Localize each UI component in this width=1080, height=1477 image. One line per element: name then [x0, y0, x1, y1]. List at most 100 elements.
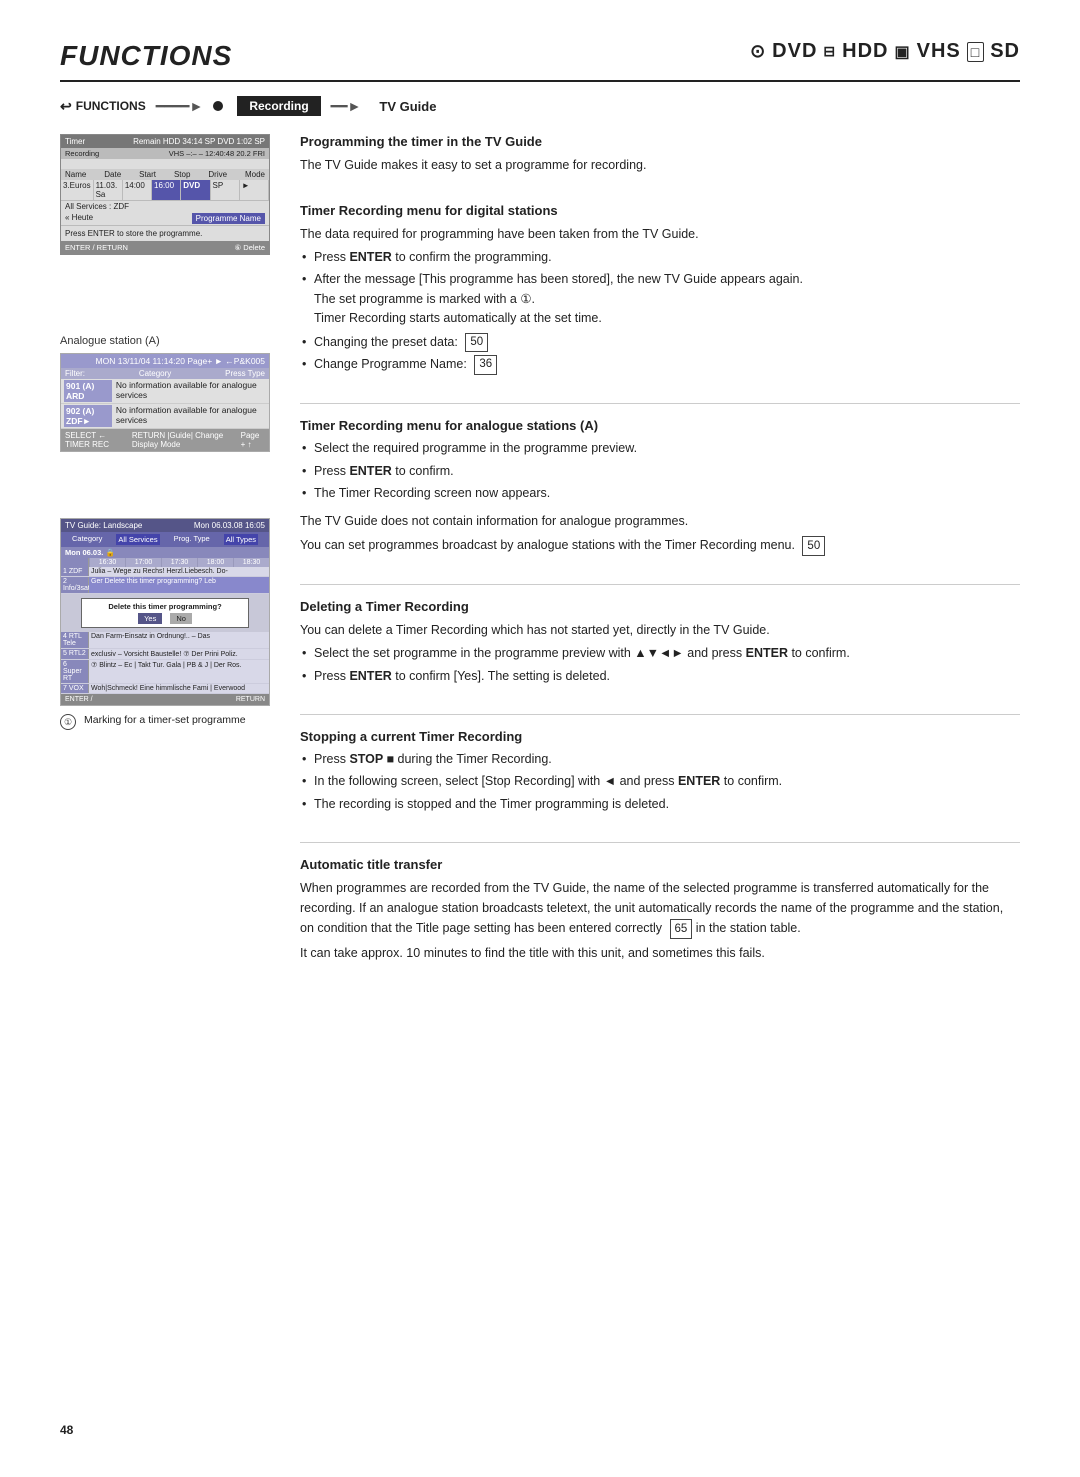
enter-label: Press ENTER to store the programme.	[65, 229, 202, 238]
nav-functions-item: ↩ FUNCTIONS	[60, 98, 146, 115]
dvd-disc-icon: ⊙	[750, 41, 766, 62]
prog-rtltele: Dan Farm-Einsatz in Ordnung!.. – Das	[89, 632, 269, 648]
prog-name-cell: Programme Name	[192, 213, 265, 224]
digital-intro: The data required for programming have b…	[300, 224, 1020, 244]
section-deleting: Deleting a Timer Recording You can delet…	[300, 599, 1020, 686]
enter-instruction: Press ENTER to store the programme.	[61, 225, 269, 241]
tvguide-times-row: 16:30 17:00 17:30 18:00 18:30	[61, 558, 269, 567]
page-nav: Page + ↑	[241, 431, 265, 449]
timer-recording-screen: Timer Remain HDD 34:14 SP DVD 1:02 SP Re…	[60, 134, 270, 255]
dialog-yes-button[interactable]: Yes	[138, 613, 162, 624]
main-content: Timer Remain HDD 34:14 SP DVD 1:02 SP Re…	[60, 134, 1020, 991]
col-name: Name	[65, 170, 86, 179]
dialog-no-button[interactable]: No	[170, 613, 192, 624]
change-display: RETURN |Guide| Change Display Mode	[132, 431, 241, 449]
analogue-bottom: SELECT ← TIMER REC RETURN |Guide| Change…	[61, 429, 269, 451]
nav-recording-label: Recording	[237, 96, 320, 116]
screen1-bottom-bar: ENTER / RETURN ⑥ Delete	[61, 241, 269, 254]
deleting-intro: You can delete a Timer Recording which h…	[300, 620, 1020, 640]
hdd-label: HDD	[842, 40, 888, 63]
divider-2	[300, 584, 1020, 585]
tvguide-bottom: ENTER / RETURN	[61, 694, 269, 705]
screen1-spacer	[61, 159, 269, 169]
section-programming-timer: Programming the timer in the TV Guide Th…	[300, 134, 1020, 175]
page-ref-65: 65	[670, 919, 693, 939]
recording-dot-icon	[213, 101, 223, 111]
page-number: 48	[60, 1423, 73, 1437]
section-body-programming: The TV Guide makes it easy to set a prog…	[300, 155, 1020, 175]
time-1730: 17:30	[161, 558, 197, 567]
analogue-extra-2: You can set programmes broadcast by anal…	[300, 535, 1020, 556]
analogue-label: Analogue station (A)	[60, 335, 280, 347]
ch-superrt: 6 Super RT	[61, 660, 89, 683]
stopping-bullet-3: The recording is stopped and the Timer p…	[300, 795, 1020, 814]
analogue-extra-1: The TV Guide does not contain informatio…	[300, 511, 1020, 531]
section-body-stopping: Press STOP ■ during the Timer Recording.…	[300, 750, 1020, 814]
section-timer-analogue: Timer Recording menu for analogue statio…	[300, 418, 1020, 556]
analogue-screen: MON 13/11/04 11:14:20 Page+ ► ←P&K005 Fi…	[60, 353, 270, 452]
automatic-body: When programmes are recorded from the TV…	[300, 878, 1020, 939]
right-column: Programming the timer in the TV Guide Th…	[300, 134, 1020, 991]
tvguide-dialog-row: Delete this timer programming? Yes No	[61, 594, 269, 632]
data-stop-cell: 16:00	[152, 180, 181, 200]
deleting-bullet-2: Press ENTER to confirm [Yes]. The settin…	[300, 667, 1020, 686]
programming-intro: The TV Guide makes it easy to set a prog…	[300, 155, 1020, 175]
screen1-remain: Remain HDD 34:14 SP DVD 1:02 SP	[133, 137, 265, 146]
digital-bullet-1: Press ENTER to confirm the programming.	[300, 248, 1020, 267]
digital-page-refs: Changing the preset data: 50 Change Prog…	[300, 333, 1020, 376]
screen1-zone-row: All Services : ZDF	[61, 201, 269, 212]
time-1630: 16:30	[89, 558, 125, 567]
data-start-cell: 14:00	[123, 180, 152, 200]
section-body-digital: The data required for programming have b…	[300, 224, 1020, 375]
ch-901: 901 (A) ARD	[64, 380, 112, 402]
digital-ref-1: Changing the preset data: 50	[300, 333, 1020, 353]
col-start: Start	[139, 170, 156, 179]
digital-ref-2: Change Programme Name: 36	[300, 355, 1020, 375]
divider-4	[300, 842, 1020, 843]
sd-label: SD	[990, 40, 1020, 63]
tvguide-header: TV Guide: Landscape Mon 06.03.08 16:05	[61, 519, 269, 532]
annotation-text: Marking for a timer-set programme	[84, 714, 246, 726]
data-mode-cell: SP	[211, 180, 240, 200]
analogue-bullets: Select the required programme in the pro…	[300, 439, 1020, 503]
tvguide-row-info3sat: 2 Info/3sat Ger Delete this timer progra…	[61, 577, 269, 594]
tvguide-enter-label: ENTER /	[65, 696, 93, 703]
analogue-top: MON 13/11/04 11:14:20 Page+ ► ←P&K005	[61, 354, 269, 368]
circle-annotation: ①	[60, 714, 76, 730]
page-header: FUNCTIONS ⊙ DVD ⊟ HDD ▣ VHS □ SD	[60, 40, 1020, 82]
col-drive: Drive	[208, 170, 227, 179]
dvd-label: DVD	[772, 40, 817, 63]
data-name-cell: 3.Euros	[61, 180, 94, 200]
tvguide-row-zdf: 1 ZDF Julia – Wege zu Rechs! Herzl.Liebe…	[61, 567, 269, 577]
data-drive-cell: DVD	[181, 180, 210, 200]
prog-info3sat: Ger Delete this timer programming? Leb	[89, 577, 269, 593]
sd-icon: □	[967, 42, 984, 62]
page-ref-50b: 50	[802, 536, 825, 556]
col-date: Date	[104, 170, 121, 179]
data-arrow-cell: ►	[240, 180, 269, 200]
tvguide-dialog: Delete this timer programming? Yes No	[81, 598, 249, 628]
tvguide-row-superrt: 6 Super RT ⑦ Blintz – Ec | Takt Tur. Gal…	[61, 660, 269, 684]
section-title-automatic: Automatic title transfer	[300, 857, 1020, 872]
left-column: Timer Remain HDD 34:14 SP DVD 1:02 SP Re…	[60, 134, 280, 991]
analogue-row2: 902 (A) ZDF► No information available fo…	[61, 404, 269, 429]
spacer-mid	[60, 255, 280, 335]
heute-label: « Heute	[65, 213, 93, 224]
category-filter-label: Category	[72, 534, 102, 545]
tvguide-row-rtl2: 5 RTL2 exclusiv – Vorsicht Baustelle! ⑦ …	[61, 649, 269, 660]
stopping-bullets: Press STOP ■ during the Timer Recording.…	[300, 750, 1020, 814]
section-body-deleting: You can delete a Timer Recording which h…	[300, 620, 1020, 686]
section-title-analogue: Timer Recording menu for analogue statio…	[300, 418, 1020, 433]
nav-functions-label: FUNCTIONS	[76, 99, 146, 113]
prog-superrt: ⑦ Blintz – Ec | Takt Tur. Gala | PB & J …	[89, 660, 269, 683]
vhs-icon: ▣	[894, 42, 910, 62]
vhs-label: VHS	[917, 40, 961, 63]
automatic-extra: It can take approx. 10 minutes to find t…	[300, 943, 1020, 963]
time-1830: 18:30	[233, 558, 269, 567]
select-timer: SELECT ← TIMER REC	[65, 431, 132, 449]
section-title-digital: Timer Recording menu for digital station…	[300, 203, 1020, 218]
tvguide-row-vox: 7 VOX Woh|Schmeck! Eine himmlische Fami …	[61, 684, 269, 694]
col-stop: Stop	[174, 170, 190, 179]
dialog-title: Delete this timer programming?	[88, 602, 242, 611]
screen1-data-row: 3.Euros 11.03. Sa 14:00 16:00 DVD SP ►	[61, 180, 269, 201]
